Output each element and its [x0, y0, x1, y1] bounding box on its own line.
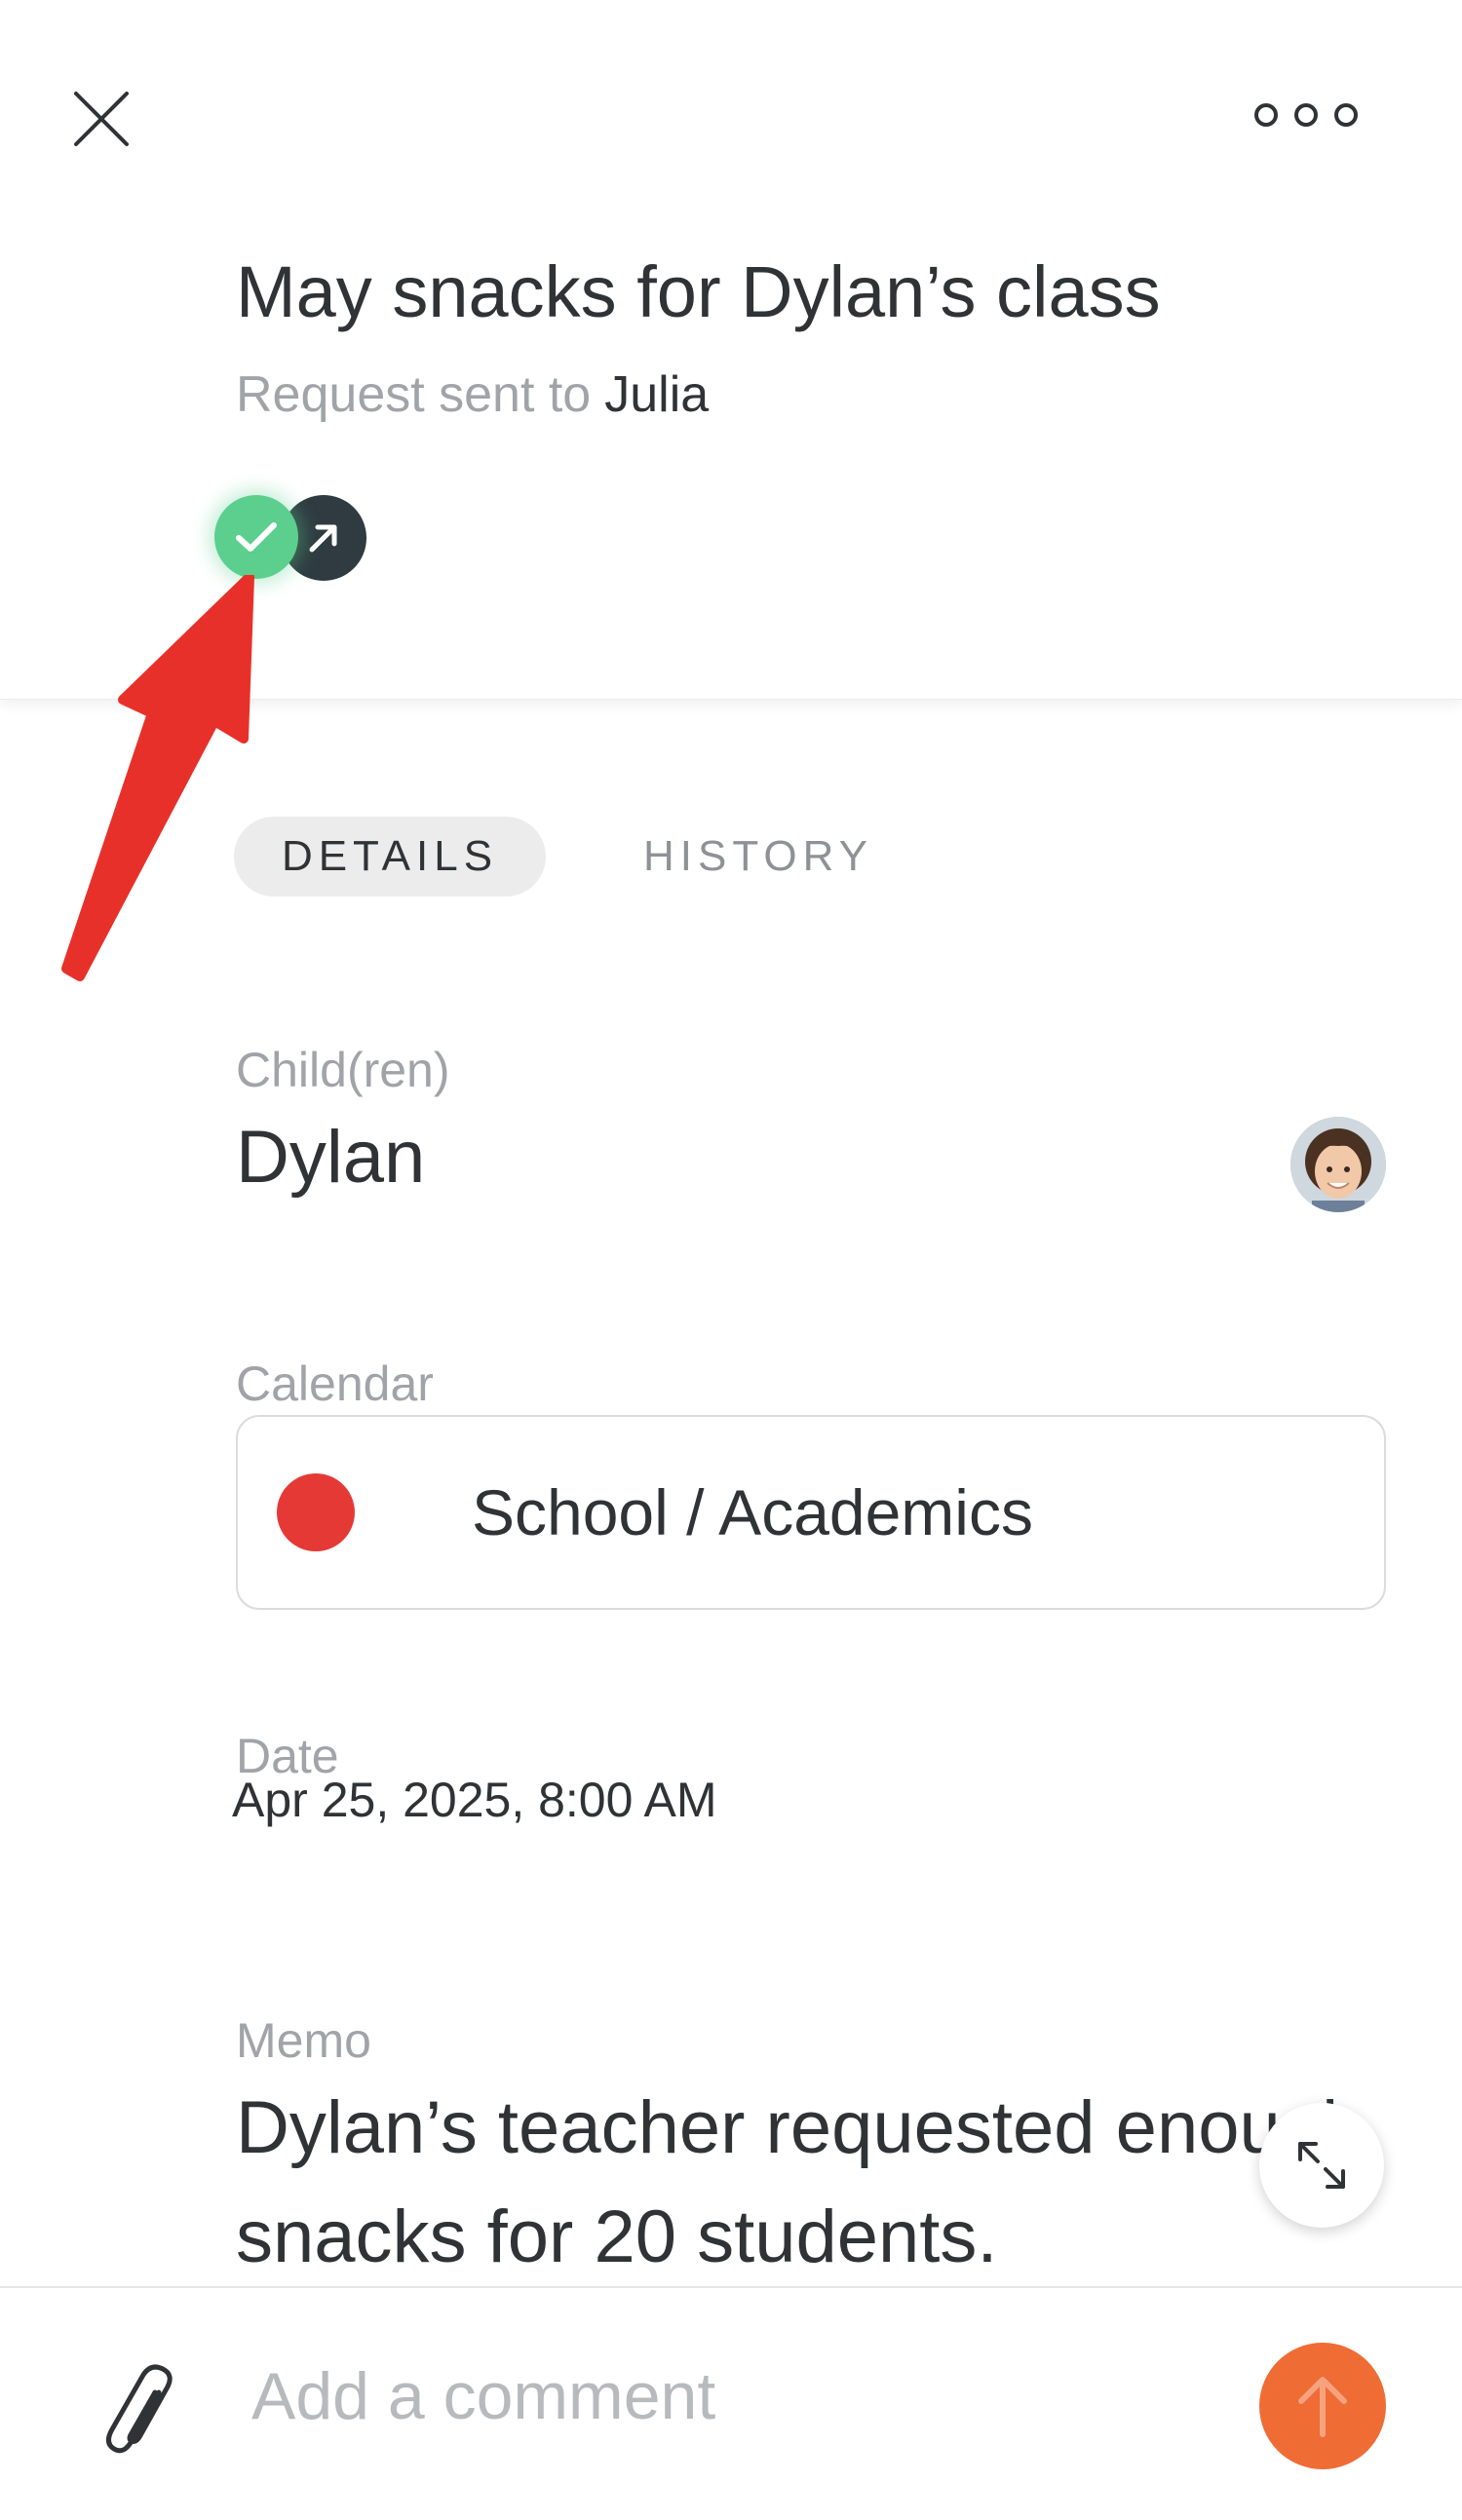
send-comment-button[interactable] — [1259, 2343, 1386, 2469]
children-label: Child(ren) — [236, 1043, 450, 1097]
request-detail-screen: May snacks for Dylan’s class Request sen… — [0, 0, 1462, 2520]
comment-input[interactable] — [251, 2343, 1207, 2450]
child-photo — [1290, 1117, 1386, 1212]
memo-label: Memo — [236, 2013, 371, 2068]
date-value: Apr 25, 2025, 8:00 AM — [232, 1773, 717, 1827]
calendar-selector[interactable]: School / Academics — [236, 1415, 1386, 1610]
close-icon — [74, 92, 129, 146]
attach-button[interactable] — [97, 2360, 185, 2467]
annotation-arrow — [61, 575, 254, 981]
calendar-color-dot — [277, 1473, 355, 1551]
detail-tabs: DETAILS HISTORY — [234, 817, 873, 897]
calendar-value: School / Academics — [472, 1476, 1033, 1548]
child-name: Dylan — [236, 1116, 426, 1199]
more-options-button[interactable] — [1248, 94, 1365, 136]
arrow-up-right-icon — [309, 524, 337, 553]
arrow-up-icon — [1298, 2377, 1347, 2437]
complete-status-button[interactable] — [214, 495, 298, 579]
calendar-label: Calendar — [236, 1356, 434, 1411]
recipient-name: Julia — [604, 366, 710, 423]
memo-text: Dylan’s teacher requested enough snacks … — [236, 2086, 1364, 2278]
subtitle-prefix: Request sent to — [236, 366, 592, 423]
check-icon — [236, 522, 277, 552]
expand-memo-button[interactable] — [1259, 2103, 1384, 2228]
request-subtitle: Request sent to Julia — [236, 363, 1308, 427]
comment-bar — [0, 2286, 1462, 2520]
paperclip-icon — [106, 2364, 173, 2454]
close-button[interactable] — [66, 84, 136, 154]
page-title: May snacks for Dylan’s class — [236, 251, 1161, 332]
more-options-icon — [1254, 103, 1358, 127]
expand-icon — [1298, 2142, 1345, 2189]
tab-history[interactable]: HISTORY — [643, 817, 873, 897]
child-avatar — [1290, 1117, 1386, 1212]
